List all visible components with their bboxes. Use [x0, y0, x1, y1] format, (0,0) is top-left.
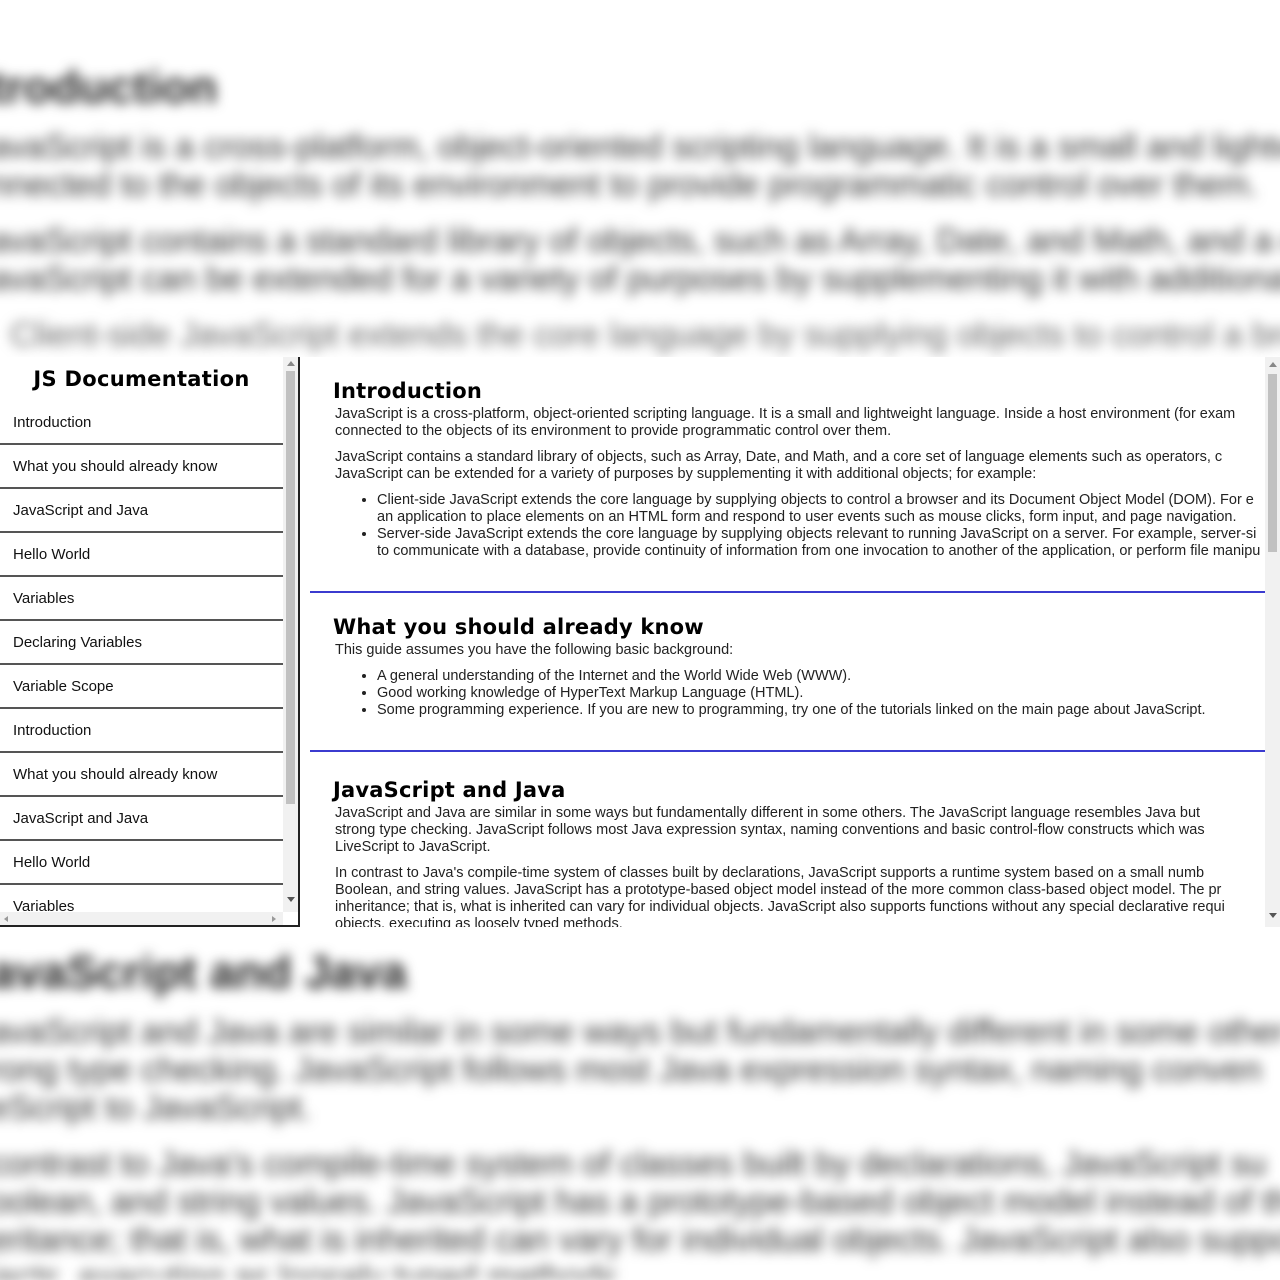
background-heading-top: troduction: [0, 61, 218, 113]
background-line: jects, executing as loosely typed method…: [0, 1259, 627, 1280]
triangle-up-icon[interactable]: [287, 361, 295, 366]
triangle-down-icon[interactable]: [287, 897, 295, 902]
background-bottom: avaScript and Java avaScript and Java ar…: [0, 945, 1280, 1280]
list-item: A general understanding of the Internet …: [377, 668, 1265, 685]
navbar-title: JS Documentation: [33, 367, 250, 391]
navbar-horizontal-scrollbar[interactable]: [0, 912, 283, 925]
text-line: JavaScript contains a standard library o…: [335, 449, 1223, 465]
text-line: Some programming experience. If you are …: [377, 702, 1206, 718]
background-paragraph: avaScript and Java are similar in some w…: [0, 1013, 1280, 1127]
paragraph: JavaScript contains a standard library o…: [335, 449, 1265, 483]
navbar-scroll-area[interactable]: JS Documentation Introduction What you s…: [0, 357, 283, 912]
bullet-list: A general understanding of the Internet …: [333, 668, 1265, 719]
background-line: eScript to JavaScript.: [0, 1089, 312, 1127]
paragraph: This guide assumes you have the followin…: [335, 642, 1265, 659]
background-line: avaScript is a cross-platform, object-or…: [0, 128, 1280, 166]
main-scrollbar-thumb[interactable]: [1268, 374, 1277, 552]
text-line: JavaScript can be extended for a variety…: [335, 466, 1037, 482]
text-line: Good working knowledge of HyperText Mark…: [377, 685, 804, 701]
navbar: JS Documentation Introduction What you s…: [0, 357, 300, 927]
text-line: inheritance; that is, what is inherited …: [335, 899, 1225, 915]
background-list-item: Client-side JavaScript extends the core …: [10, 316, 1280, 354]
background-line: eritance; that is, what is inherited can…: [0, 1221, 1280, 1259]
nav-link-introduction-2[interactable]: Introduction: [0, 709, 283, 753]
section-javascript-and-java: JavaScript and Java JavaScript and Java …: [310, 752, 1265, 927]
background-paragraph: avaScript is a cross-platform, object-or…: [0, 128, 1280, 204]
background-paragraph: contrast to Java's compile-time system o…: [0, 1145, 1280, 1280]
nav-link-what-you-should-already-know-2[interactable]: What you should already know: [0, 753, 283, 797]
nav-link-variable-scope[interactable]: Variable Scope: [0, 665, 283, 709]
text-line: Server-side JavaScript extends the core …: [377, 526, 1257, 542]
text-line: objects, executing as loosely typed meth…: [335, 916, 623, 927]
main-doc[interactable]: Introduction JavaScript is a cross-platf…: [310, 357, 1265, 927]
text-line: an application to place elements on an H…: [377, 509, 1237, 525]
background-line: rong type checking. JavaScript follows m…: [0, 1051, 1262, 1089]
text-line: This guide assumes you have the followin…: [335, 642, 734, 658]
page-viewport: JS Documentation Introduction What you s…: [0, 357, 1280, 927]
paragraph: In contrast to Java's compile-time syste…: [335, 865, 1265, 927]
paragraph: JavaScript is a cross-platform, object-o…: [335, 406, 1265, 440]
nav-link-introduction[interactable]: Introduction: [0, 401, 283, 445]
triangle-right-icon[interactable]: [272, 916, 276, 922]
nav-link-javascript-and-java[interactable]: JavaScript and Java: [0, 489, 283, 533]
bullet-list: Client-side JavaScript extends the core …: [333, 492, 1265, 560]
navbar-vertical-scrollbar[interactable]: [283, 357, 298, 912]
background-line: avaScript can be extended for a variety …: [0, 260, 1280, 298]
background-top: troduction avaScript is a cross-platform…: [0, 60, 1280, 354]
list-item: Good working knowledge of HyperText Mark…: [377, 685, 1265, 702]
list-item: Server-side JavaScript extends the core …: [377, 526, 1265, 560]
text-line: to communicate with a database, provide …: [377, 543, 1261, 559]
background-line: avaScript contains a standard library of…: [0, 222, 1280, 260]
nav-link-variables[interactable]: Variables: [0, 577, 283, 621]
nav-link-javascript-and-java-2[interactable]: JavaScript and Java: [0, 797, 283, 841]
navbar-scrollbar-thumb[interactable]: [286, 371, 295, 804]
text-line: LiveScript to JavaScript.: [335, 839, 491, 855]
section-what-you-should-already-know: What you should already know This guide …: [310, 593, 1265, 750]
text-line: strong type checking. JavaScript follows…: [335, 822, 1205, 838]
list-item: Client-side JavaScript extends the core …: [377, 492, 1265, 526]
nav-link-declaring-variables[interactable]: Declaring Variables: [0, 621, 283, 665]
background-paragraph: avaScript contains a standard library of…: [0, 222, 1280, 298]
text-line: Boolean, and string values. JavaScript h…: [335, 882, 1222, 898]
nav-link-hello-world-2[interactable]: Hello World: [0, 841, 283, 885]
text-line: Client-side JavaScript extends the core …: [377, 492, 1254, 508]
nav-link-what-you-should-already-know[interactable]: What you should already know: [0, 445, 283, 489]
background-line: nnected to the objects of its environmen…: [0, 166, 1259, 204]
list-item: Some programming experience. If you are …: [377, 702, 1265, 719]
text-line: connected to the objects of its environm…: [335, 423, 892, 439]
background-line: avaScript and Java are similar in some w…: [0, 1013, 1280, 1051]
section-title: What you should already know: [333, 615, 704, 639]
background-heading-bottom: avaScript and Java: [0, 946, 407, 998]
background-line: oolean, and string values. JavaScript ha…: [0, 1183, 1280, 1221]
section-title: Introduction: [333, 379, 483, 403]
triangle-left-icon[interactable]: [4, 916, 8, 922]
section-introduction: Introduction JavaScript is a cross-platf…: [310, 357, 1265, 591]
paragraph: JavaScript and Java are similar in some …: [335, 805, 1265, 856]
text-line: In contrast to Java's compile-time syste…: [335, 865, 1205, 881]
background-line: contrast to Java's compile-time system o…: [0, 1145, 1267, 1183]
text-line: JavaScript is a cross-platform, object-o…: [335, 406, 1236, 422]
section-title: JavaScript and Java: [333, 778, 566, 802]
triangle-down-icon[interactable]: [1269, 913, 1277, 918]
nav-link-variables-2[interactable]: Variables: [0, 885, 283, 912]
text-line: JavaScript and Java are similar in some …: [335, 805, 1201, 821]
text-line: A general understanding of the Internet …: [377, 668, 852, 684]
nav-link-hello-world[interactable]: Hello World: [0, 533, 283, 577]
main-vertical-scrollbar[interactable]: [1265, 357, 1280, 927]
triangle-up-icon[interactable]: [1269, 362, 1277, 367]
